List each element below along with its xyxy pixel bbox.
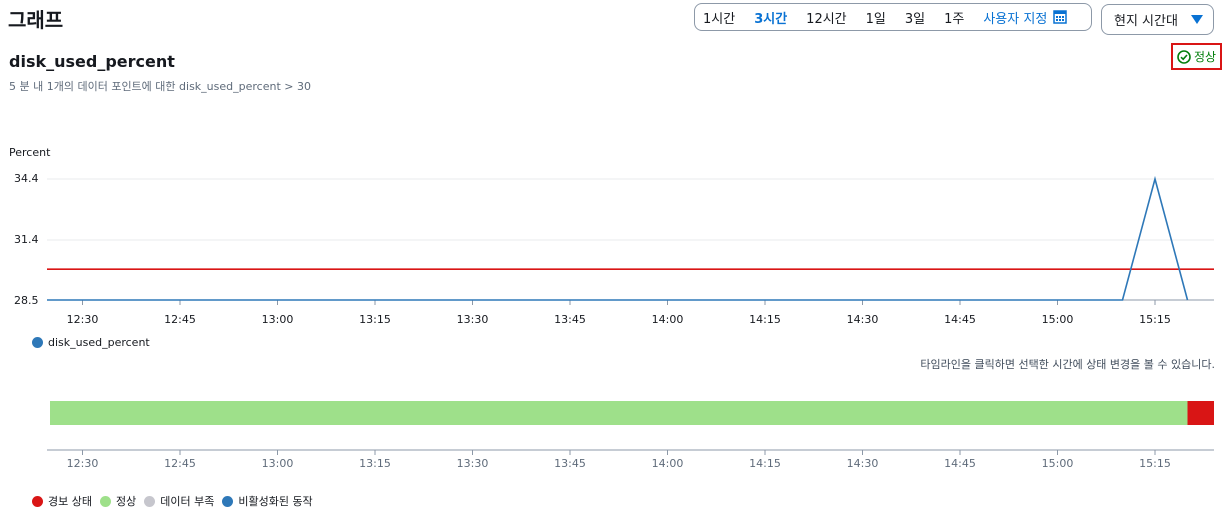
timeline-tick-label: 12:45 <box>164 457 196 470</box>
x-tick-label: 13:30 <box>456 313 489 326</box>
timeline-tick-label: 14:00 <box>651 457 684 470</box>
x-tick-label: 13:15 <box>359 313 391 326</box>
timeline-tick-label: 13:00 <box>261 457 294 470</box>
x-tick-label: 13:45 <box>554 313 586 326</box>
timeline-segment <box>1187 401 1214 425</box>
x-tick-label: 14:45 <box>944 313 976 326</box>
x-tick-label: 13:00 <box>261 313 294 326</box>
legend-swatch <box>32 337 43 348</box>
legend-insufficient: 데이터 부족 <box>144 493 214 509</box>
timeline-tick-label: 14:15 <box>749 457 781 470</box>
timeline-tick-label: 13:45 <box>554 457 586 470</box>
timeline-tick-label: 14:45 <box>944 457 976 470</box>
x-tick-label: 15:00 <box>1041 313 1074 326</box>
x-tick-label: 12:30 <box>66 313 99 326</box>
chart-legend: disk_used_percent <box>32 336 150 349</box>
x-tick-label: 12:45 <box>164 313 196 326</box>
legend-ok: 정상 <box>99 493 136 509</box>
timeline-legend: 경보 상태 정상 데이터 부족 비활성화된 동작 <box>32 493 321 509</box>
legend-label: disk_used_percent <box>48 336 150 349</box>
x-tick-label: 14:15 <box>749 313 781 326</box>
line-chart <box>47 175 1214 455</box>
x-tick-label: 14:30 <box>846 313 879 326</box>
x-tick-label: 14:00 <box>651 313 684 326</box>
timeline-tick-label: 14:30 <box>846 457 879 470</box>
timeline-tick-label: 15:00 <box>1041 457 1074 470</box>
x-tick-label: 15:15 <box>1139 313 1171 326</box>
legend-disabled: 비활성화된 동작 <box>222 493 313 509</box>
timeline-tick-label: 13:30 <box>456 457 489 470</box>
legend-alarm: 경보 상태 <box>32 493 92 509</box>
timeline-segment <box>50 401 1188 425</box>
timeline-tick-label: 15:15 <box>1139 457 1171 470</box>
timeline-tick-label: 12:30 <box>66 457 99 470</box>
timeline-tick-label: 13:15 <box>359 457 391 470</box>
timeline-hint: 타임라인을 클릭하면 선택한 시간에 상태 변경을 볼 수 있습니다. <box>920 358 1215 371</box>
